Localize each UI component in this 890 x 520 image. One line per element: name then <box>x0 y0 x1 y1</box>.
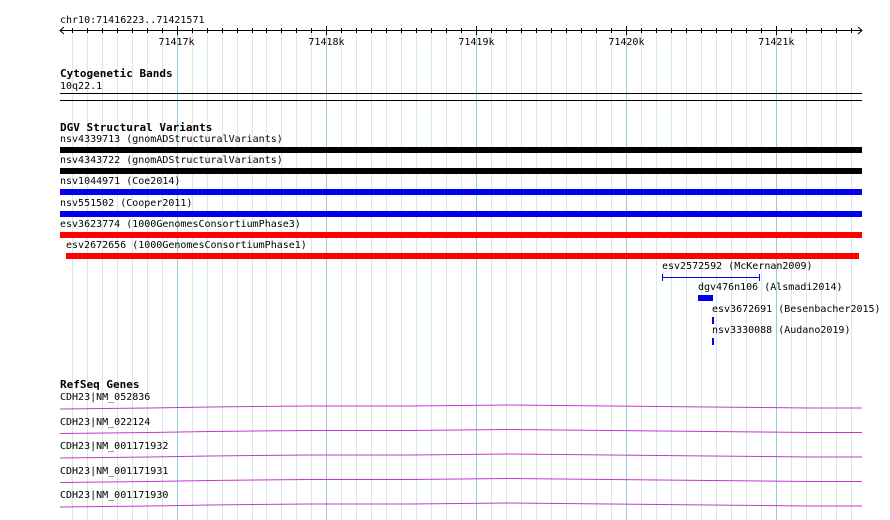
dgv-feature-label: esv2672656 (1000GenomesConsortiumPhase1) <box>66 240 307 251</box>
dgv-feature-label: nsv4343722 (gnomADStructuralVariants) <box>60 155 283 166</box>
dgv-feature-bar[interactable] <box>662 277 760 278</box>
ruler-tick-label: 71420k <box>608 37 644 48</box>
dgv-track-title: DGV Structural Variants <box>60 121 213 134</box>
dgv-feature-label: nsv3330088 (Audano2019) <box>712 325 851 336</box>
dgv-feature-bar[interactable] <box>60 168 862 174</box>
dgv-feature-label: esv2572592 (McKernan2009) <box>662 261 813 272</box>
refseq-transcript-line[interactable] <box>59 453 862 459</box>
refseq-transcript-label: CDH23|NM_022124 <box>60 417 151 428</box>
dgv-feature-end <box>759 274 760 281</box>
dgv-feature-bar[interactable] <box>712 317 714 324</box>
ruler-tick-label: 71418k <box>308 37 344 48</box>
cytoband-track-title: Cytogenetic Bands <box>60 67 173 80</box>
dgv-feature-bar[interactable] <box>66 253 859 259</box>
dgv-feature-label: dgv476n106 (Alsmadi2014) <box>698 282 843 293</box>
dgv-feature-bar[interactable] <box>60 147 862 153</box>
ruler-tick-label: 71417k <box>158 37 194 48</box>
dgv-feature-label: nsv1044971 (Coe2014) <box>60 176 181 187</box>
ruler-tick-label: 71421k <box>758 37 794 48</box>
dgv-feature-bar[interactable] <box>60 189 862 195</box>
dgv-feature-label: nsv551502 (Cooper2011) <box>60 198 193 209</box>
cytoband-line <box>60 93 862 94</box>
dgv-feature-label: esv3623774 (1000GenomesConsortiumPhase3) <box>60 219 301 230</box>
genome-browser: chr10:71416223..71421571 71417k 71418k 714… <box>0 0 890 520</box>
track-divider <box>60 100 862 101</box>
refseq-transcript-line[interactable] <box>59 404 862 410</box>
dgv-feature-bar[interactable] <box>60 211 862 217</box>
refseq-transcript-label: CDH23|NM_001171932 <box>60 441 169 452</box>
dgv-feature-label: nsv4339713 (gnomADStructuralVariants) <box>60 134 283 145</box>
refseq-transcript-label: CDH23|NM_001171931 <box>60 466 169 477</box>
dgv-feature-bar[interactable] <box>712 338 714 345</box>
refseq-transcript-label: CDH23|NM_001171930 <box>60 490 169 501</box>
refseq-transcript-line[interactable] <box>59 428 862 434</box>
dgv-feature-label: esv3672691 (Besenbacher2015) <box>712 304 881 315</box>
dgv-feature-bar[interactable] <box>60 232 862 238</box>
refseq-transcript-line[interactable] <box>59 502 862 508</box>
ruler-tick-label: 71419k <box>458 37 494 48</box>
refseq-transcript-label: CDH23|NM_052836 <box>60 392 151 403</box>
dgv-feature-bar[interactable] <box>698 295 713 301</box>
cytoband-label: 10q22.1 <box>60 81 103 92</box>
refseq-transcript-line[interactable] <box>59 477 862 483</box>
dgv-feature-end <box>662 274 663 281</box>
scale-ruler: 71417k 71418k 71419k 71420k 71421k <box>59 26 863 48</box>
